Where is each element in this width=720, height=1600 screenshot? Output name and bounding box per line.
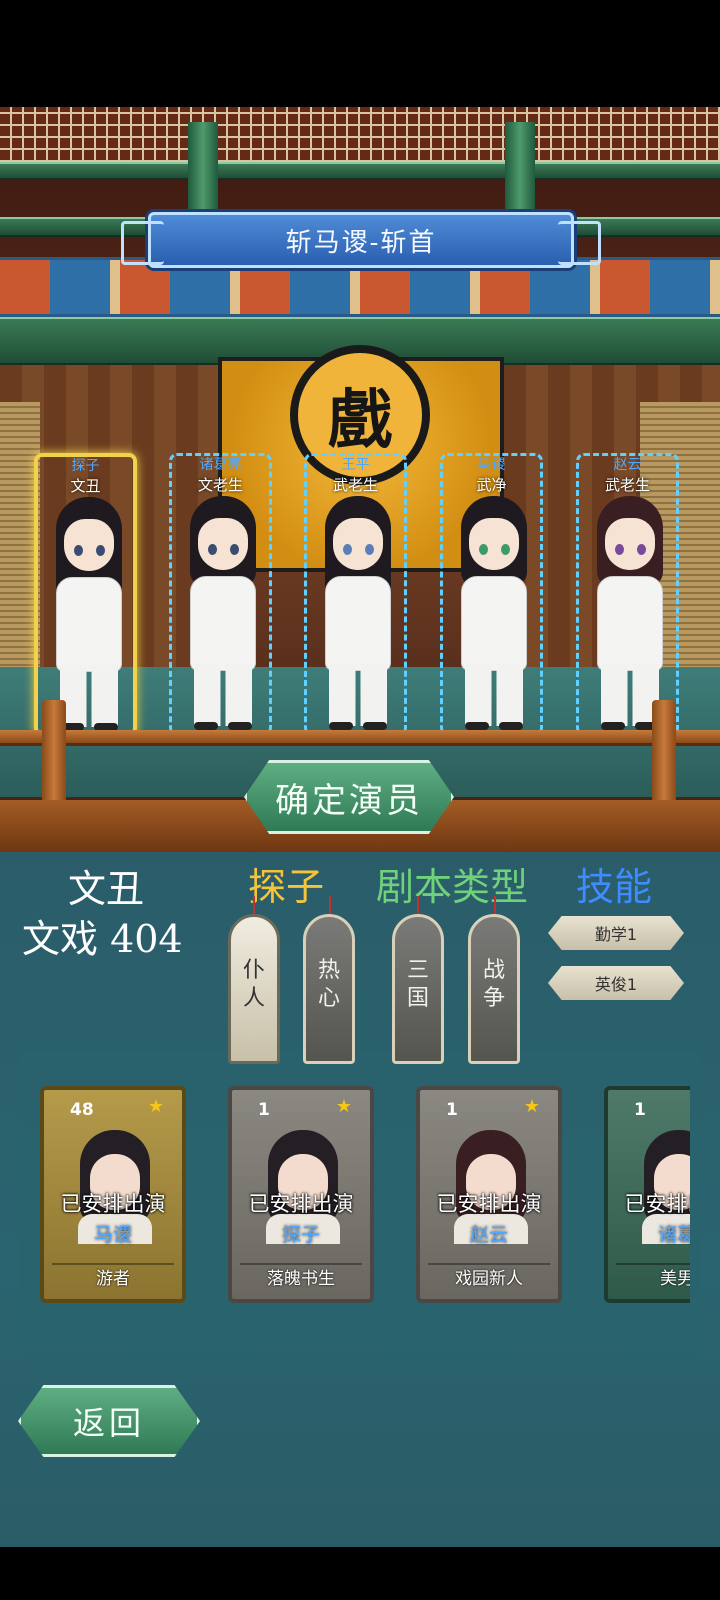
card-name: 戏园新人: [428, 1263, 550, 1293]
stage-railing: [0, 730, 720, 746]
script-tag: 战 争: [468, 914, 520, 1064]
confirm-actor-label: 确定演员: [275, 780, 423, 821]
script-tag: 三 国: [392, 914, 444, 1064]
card-status: 已安排出演: [248, 1192, 354, 1216]
skill-header: 技能: [576, 865, 653, 909]
role-header: 探子: [248, 865, 325, 909]
card-role: 马谡: [93, 1224, 132, 1246]
actor-figure: [451, 496, 537, 731]
rail-post: [42, 700, 66, 810]
card-name: 游者: [52, 1263, 174, 1293]
actor-card[interactable]: 1 ★ 已安排出演 探子 落魄书生: [228, 1086, 374, 1303]
green-beam: [0, 162, 720, 180]
actor-card[interactable]: 1 ★ 已安排出演 赵云 戏园新人: [416, 1086, 562, 1303]
actor-card[interactable]: 48 ★ 已安排出演 马谡 游者: [40, 1086, 186, 1303]
slot-type-label: 武净: [476, 476, 507, 494]
card-level: 1: [634, 1100, 646, 1120]
actor-figure: [46, 497, 132, 732]
role-tag: 热 心: [303, 914, 355, 1064]
slot-type-label: 武老生: [332, 476, 378, 494]
confirm-actor-button[interactable]: 确定演员: [244, 760, 454, 834]
actor-figure: [587, 496, 673, 731]
card-role: 赵云: [469, 1224, 508, 1246]
back-button[interactable]: 返回: [18, 1385, 200, 1457]
card-name: 美男: [616, 1263, 690, 1293]
slot-type-label: 文丑: [70, 477, 101, 495]
card-status: 已安排出演: [60, 1192, 166, 1216]
bottom-black-bar: [0, 1547, 720, 1600]
play-title: 斩马谡-斩首: [285, 227, 437, 258]
actor-figure: [180, 496, 266, 731]
role-tag: 仆 人: [228, 914, 280, 1064]
actor-slot[interactable]: 探子 文丑: [34, 453, 137, 736]
actor-score: 文戏 404: [22, 917, 183, 961]
actor-card[interactable]: 1 ★ 已安排出演 诸葛 美男: [604, 1086, 690, 1303]
card-name: 落魄书生: [240, 1263, 362, 1293]
rail-post: [652, 700, 676, 810]
script-type-header: 剧本类型: [376, 865, 529, 909]
star-icon: ★: [147, 1096, 164, 1117]
top-black-bar: [0, 0, 720, 107]
card-level: 48: [70, 1100, 94, 1120]
slot-role-label: 赵云: [613, 457, 642, 473]
card-clip-area: 1 ★ 已安排出演 诸葛 美男: [604, 1086, 690, 1303]
card-level: 1: [446, 1100, 458, 1120]
actor-slot[interactable]: 王平 武老生: [304, 453, 407, 736]
back-label: 返回: [72, 1404, 145, 1442]
star-icon: ★: [335, 1096, 352, 1117]
star-icon: ★: [523, 1096, 540, 1117]
slot-type-label: 文老生: [197, 476, 243, 494]
skill-badge[interactable]: 英俊1: [548, 966, 684, 1000]
actor-type: 文丑: [68, 867, 145, 911]
slot-type-label: 武老生: [604, 476, 650, 494]
actor-slot[interactable]: 马谡 武净: [440, 453, 543, 736]
card-status: 已安排出演: [436, 1192, 542, 1216]
slot-role-label: 探子: [71, 458, 100, 474]
card-role: 诸葛: [657, 1224, 690, 1246]
play-title-banner: 斩马谡-斩首: [121, 212, 601, 268]
skill-badge[interactable]: 勤学1: [548, 916, 684, 950]
card-level: 1: [258, 1100, 270, 1120]
card-status: 已安排出演: [624, 1192, 691, 1216]
card-role: 探子: [281, 1224, 320, 1246]
actor-figure: [315, 496, 401, 731]
slot-role-label: 马谡: [477, 457, 506, 473]
slot-role-label: 诸葛亮: [199, 457, 242, 473]
actor-slot[interactable]: 诸葛亮 文老生: [169, 453, 272, 736]
slot-role-label: 王平: [341, 457, 370, 473]
actor-slot[interactable]: 赵云 武老生: [576, 453, 679, 736]
